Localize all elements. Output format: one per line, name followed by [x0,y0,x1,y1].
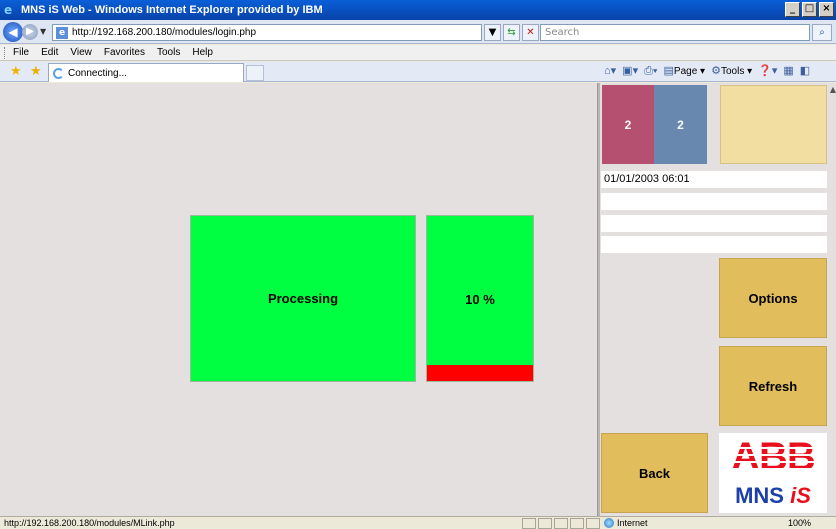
address-bar: ◀ ▶ ▼ e http://192.168.200.180/modules/l… [0,20,836,44]
page-icon: e [56,26,68,39]
window-controls: _ □ × [785,2,834,17]
refresh-button[interactable]: Refresh [719,346,827,426]
forward-arrow-icon[interactable]: ▶ [22,24,38,40]
processing-label: Processing [267,291,339,306]
back-arrow-icon[interactable]: ◀ [3,22,23,42]
ie-icon: e [4,3,13,17]
globe-icon [604,518,614,528]
security-zone[interactable]: Internet [604,517,648,529]
tab-current[interactable]: Connecting... [48,63,244,82]
menu-favorites[interactable]: Favorites [104,47,145,58]
url-buttons: ▼ ⇆ ✕ [484,24,539,41]
page-content: Processing 10 % 2 2 01/01/2003 06:01 Opt… [0,83,836,516]
progress-bar: 10 % [426,215,534,382]
menu-view[interactable]: View [70,47,92,58]
search-input[interactable]: Search [540,24,810,41]
page-menu-label: Page [673,66,698,77]
status-cell [538,518,552,529]
info-field-4 [601,236,827,253]
zone-label: Internet [617,518,648,528]
tab-label: Connecting... [68,67,127,79]
history-dropdown-icon[interactable]: ▼ [40,27,46,36]
abb-logo-text: ABB [719,435,827,479]
toolbar-grip [4,46,7,59]
help-icon[interactable]: ❓▾ [758,64,777,78]
side-panel: 2 2 01/01/2003 06:01 Options Refresh Bac… [600,83,836,516]
empty-tile [720,85,827,164]
window-titlebar: e MNS iS Web - Windows Internet Explorer… [0,0,836,20]
status-cell [522,518,536,529]
home-icon[interactable]: ⌂▾ [604,64,616,78]
gear-icon: ⚙ [711,65,721,77]
url-field[interactable]: e http://192.168.200.180/modules/login.p… [52,24,482,41]
menu-file[interactable]: File [13,47,29,58]
messenger-icon[interactable]: ◧ [800,64,810,78]
info-field-2 [601,193,827,210]
new-tab-button[interactable] [246,65,264,81]
feeds-icon[interactable]: ▣▾ [622,64,638,78]
page-icon-small: ▤ [663,65,674,77]
window-title: MNS iS Web - Windows Internet Explorer p… [21,4,323,16]
stop-icon[interactable]: ✕ [522,24,539,41]
status-cell [586,518,600,529]
progress-percent: 10 % [465,292,495,307]
status-url: http://192.168.200.180/modules/MLink.php [4,518,175,528]
url-text: http://192.168.200.180/modules/login.php [72,27,257,38]
abb-mns-logo: ABB MNS iS [719,433,827,513]
status-cell [570,518,584,529]
is-word: iS [790,483,811,508]
url-dropdown-icon[interactable]: ▼ [484,24,501,41]
datetime-field: 01/01/2003 06:01 [601,171,827,188]
mns-word: MNS [735,483,784,508]
command-bar: ⌂▾ ▣▾ ⎙▾ ▤Page ▾ ⚙Tools ▾ ❓▾ ▦ ◧ [604,64,810,78]
tab-bar: ★ ★ Connecting... ⌂▾ ▣▾ ⎙▾ ▤Page ▾ ⚙Tool… [0,62,836,82]
scroll-up-icon[interactable]: ▲ [830,85,836,94]
back-button[interactable]: Back [601,433,708,513]
print-icon[interactable]: ⎙▾ [644,64,657,78]
info-field-3 [601,215,827,232]
options-button[interactable]: Options [719,258,827,338]
add-favorites-icon[interactable]: ★ [30,64,42,80]
mns-logo-text: MNS iS [719,483,827,509]
menu-tools[interactable]: Tools [157,47,180,58]
main-panel: Processing 10 % [0,83,597,516]
menu-bar: File Edit View Favorites Tools Help [0,45,836,61]
tools-menu-label: Tools [720,66,745,77]
status-cells [522,518,600,529]
zoom-level[interactable]: 100% [788,517,811,529]
minimize-button[interactable]: _ [785,2,800,17]
favorites-star-icon[interactable]: ★ [10,64,22,80]
research-icon[interactable]: ▦ [783,64,793,78]
status-cell [554,518,568,529]
menu-help[interactable]: Help [192,47,213,58]
maximize-button[interactable]: □ [802,2,817,17]
refresh-icon[interactable]: ⇆ [503,24,520,41]
page-menu[interactable]: ▤Page ▾ [664,64,706,78]
counter-tile-a: 2 [602,85,654,164]
counter-tile-b: 2 [654,85,707,164]
close-button[interactable]: × [819,2,834,17]
processing-status: Processing [190,215,416,382]
loading-spinner-icon [53,67,64,79]
menu-edit[interactable]: Edit [41,47,58,58]
status-bar: http://192.168.200.180/modules/MLink.php… [0,516,836,529]
tools-menu[interactable]: ⚙Tools ▾ [711,64,752,78]
search-icon[interactable]: ⌕ [812,24,832,41]
